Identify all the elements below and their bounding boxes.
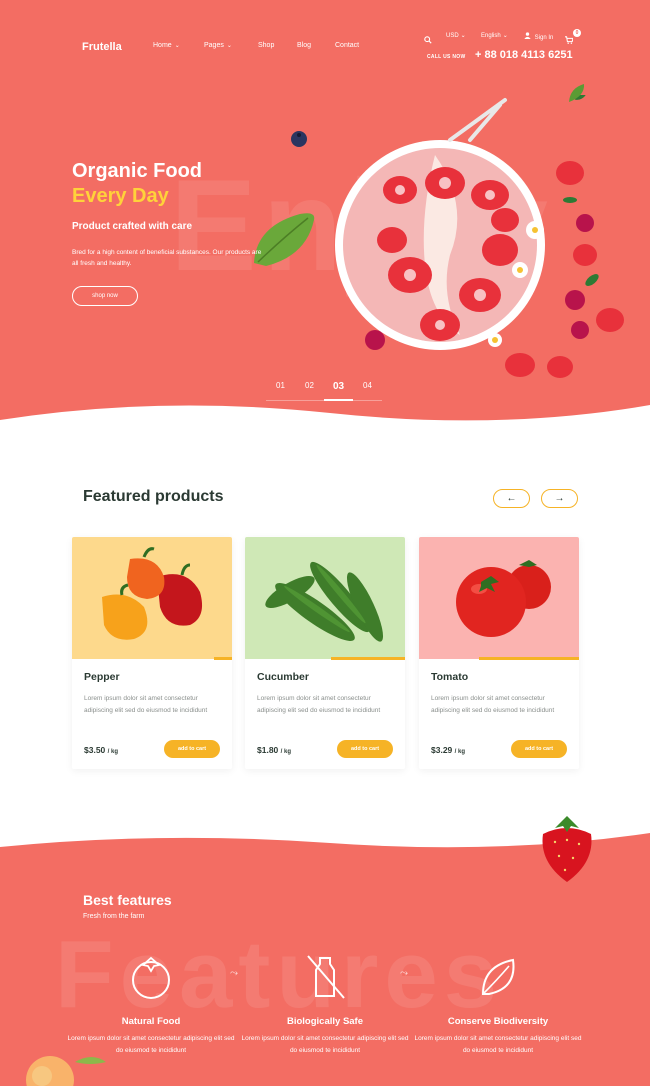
product-price: $1.80 / kg (257, 745, 291, 755)
prev-products-button[interactable]: ← (493, 489, 530, 508)
next-products-button[interactable]: → (541, 489, 578, 508)
strawberry-image (542, 816, 592, 882)
nav-label: Pages (204, 42, 224, 49)
product-price: $3.29 / kg (431, 745, 465, 755)
product-card-cucumber[interactable]: Cucumber Lorem ipsum dolor sit amet cons… (245, 537, 405, 769)
product-image-bg (419, 537, 579, 659)
currency-label: USD (446, 33, 459, 39)
hero-title: Organic Food (72, 160, 202, 182)
user-icon (524, 32, 531, 39)
chevron-down-icon: ⌄ (174, 43, 180, 49)
smoothie-bowl-image (335, 95, 624, 378)
sign-in-label: Sign In (534, 35, 554, 41)
product-price: $3.50 / kg (84, 745, 118, 755)
tomato-icon (132, 956, 170, 999)
feature-biologically-safe: Biologically Safe Lorem ipsum dolor sit … (240, 950, 410, 1057)
blueberry-image (291, 131, 307, 147)
feature-description: Lorem ipsum dolor sit amet consectetur a… (414, 1035, 582, 1054)
nav-label: Blog (297, 42, 312, 49)
language-select[interactable]: English ⌄ (481, 32, 508, 39)
hero-description: Bred for a high content of beneficial su… (72, 249, 262, 267)
product-card-pepper[interactable]: Pepper Lorem ipsum dolor sit amet consec… (72, 537, 232, 769)
featured-products-title: Featured products (83, 488, 224, 505)
add-to-cart-button[interactable]: add to cart (164, 740, 220, 758)
nav-item-shop[interactable]: Shop (258, 42, 274, 49)
feature-conserve-biodiversity: Conserve Biodiversity Lorem ipsum dolor … (413, 950, 583, 1057)
product-description: Lorem ipsum dolor sit amet consectetur a… (257, 695, 381, 714)
currency-select[interactable]: USD ⌄ (446, 32, 466, 39)
arrow-right-icon: → (554, 493, 565, 504)
product-name: Cucumber (257, 671, 309, 683)
nav-item-home[interactable]: Home ⌄ (153, 42, 180, 49)
price-value: $1.80 (257, 745, 279, 755)
feature-title: Conserve Biodiversity (447, 1016, 549, 1027)
best-features-subtitle: Fresh from the farm (83, 913, 145, 920)
no-bottle-icon (307, 955, 345, 999)
product-image-bg (245, 537, 405, 659)
shop-now-button[interactable]: shop now (72, 286, 138, 306)
sign-in-link[interactable]: Sign In (524, 32, 553, 41)
feature-description: Lorem ipsum dolor sit amet consectetur a… (241, 1035, 409, 1054)
cart-icon[interactable] (565, 31, 574, 49)
curved-arrow-icon: ⤳ (230, 968, 238, 979)
hero-title-highlight: Every Day (72, 185, 169, 207)
nav-label: Contact (335, 42, 360, 49)
call-us-label: CALL US NOW (427, 54, 466, 60)
language-label: English (481, 33, 501, 39)
price-unit: / kg (280, 749, 291, 755)
product-image-bg (72, 537, 232, 659)
price-value: $3.50 (84, 745, 106, 755)
phone-number[interactable]: + 88 018 4113 6251 (475, 49, 573, 61)
cart-count-badge: 0 (573, 29, 581, 37)
curved-arrow-icon: ⤳ (400, 968, 408, 979)
feature-title: Natural Food (121, 1016, 181, 1027)
hero-subtitle: Product crafted with care (72, 221, 193, 232)
nav-item-blog[interactable]: Blog (297, 42, 311, 49)
product-card-accent-bar (245, 657, 405, 660)
small-leaf-image (569, 84, 585, 102)
chevron-down-icon: ⌄ (226, 43, 232, 49)
cucumber-image (265, 561, 384, 642)
tomato-image (456, 560, 551, 637)
pepper-image (102, 547, 203, 640)
search-icon[interactable] (424, 31, 432, 49)
arrow-left-icon: ← (506, 493, 517, 504)
nav-label: Shop (258, 42, 275, 49)
product-name: Pepper (84, 671, 120, 683)
peach-image (26, 1056, 106, 1086)
chevron-down-icon: ⌄ (502, 33, 508, 39)
price-unit: / kg (454, 749, 465, 755)
nav-item-contact[interactable]: Contact (335, 42, 359, 49)
product-description: Lorem ipsum dolor sit amet consectetur a… (431, 695, 555, 714)
product-card-accent-bar (419, 657, 579, 660)
hero-section: Enjoy (0, 0, 650, 430)
best-features-title: Best features (83, 892, 172, 908)
chevron-down-icon: ⌄ (460, 33, 466, 39)
add-to-cart-button[interactable]: add to cart (511, 740, 567, 758)
leaf-icon (481, 958, 515, 995)
feature-natural-food: Natural Food Lorem ipsum dolor sit amet … (66, 950, 236, 1057)
price-unit: / kg (107, 749, 118, 755)
nav-item-pages[interactable]: Pages ⌄ (204, 42, 232, 49)
product-description: Lorem ipsum dolor sit amet consectetur a… (84, 695, 208, 714)
nav-label: Home (153, 42, 172, 49)
price-value: $3.29 (431, 745, 453, 755)
feature-title: Biologically Safe (286, 1016, 364, 1027)
product-card-accent-bar (72, 657, 232, 660)
product-name: Tomato (431, 671, 469, 683)
site-logo[interactable]: Frutella (82, 41, 122, 53)
product-card-tomato[interactable]: Tomato Lorem ipsum dolor sit amet consec… (419, 537, 579, 769)
add-to-cart-button[interactable]: add to cart (337, 740, 393, 758)
